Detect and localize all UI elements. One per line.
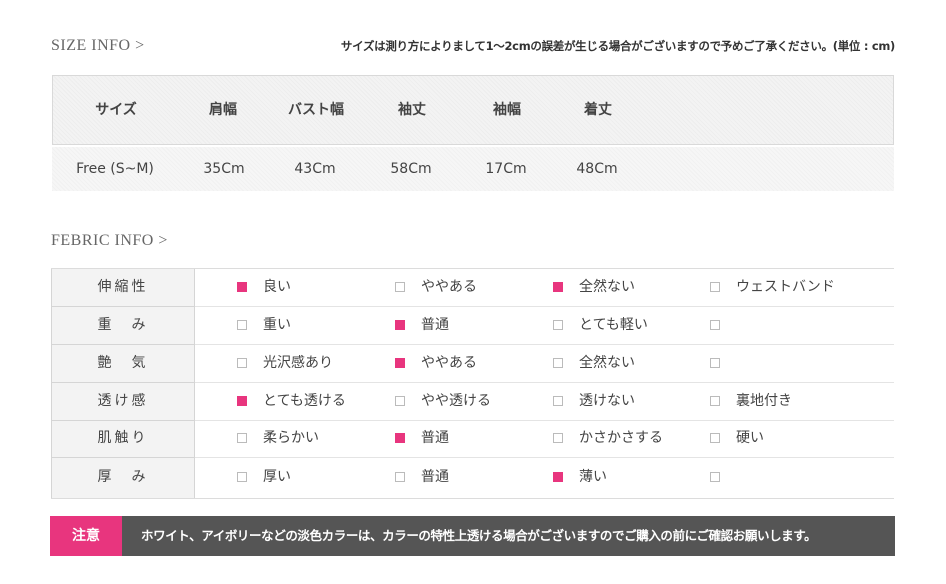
fabric-option-label: 透けない xyxy=(579,393,635,409)
fabric-option-label: 良い xyxy=(263,279,291,295)
fabric-info-title: FEBRIC INFO > xyxy=(51,232,168,249)
fabric-option-label: 硬い xyxy=(736,430,764,446)
checked-box-icon xyxy=(553,282,563,292)
unchecked-box-icon xyxy=(710,433,720,443)
fabric-row: 肌触り 柔らかい 普通 かさかさする 硬い xyxy=(51,420,894,457)
unchecked-box-icon xyxy=(395,396,405,406)
fabric-option-label: 全然ない xyxy=(579,355,635,371)
size-value-row: Free (S~M) 35Cm 43Cm 58Cm 17Cm 48Cm xyxy=(52,147,894,191)
size-header-cell: 着丈 xyxy=(584,102,612,118)
fabric-option-label: とても透ける xyxy=(263,393,346,409)
label-divider xyxy=(51,457,195,458)
size-value-cell: 17Cm xyxy=(485,161,527,177)
unchecked-box-icon xyxy=(395,282,405,292)
unchecked-box-icon xyxy=(237,472,247,482)
fabric-option-label: とても軽い xyxy=(579,317,648,333)
fabric-row: 透け感 とても透ける やや透ける 透けない 裏地付き xyxy=(51,383,894,420)
fabric-option-label: かさかさする xyxy=(579,430,663,446)
checked-box-icon xyxy=(553,472,563,482)
unchecked-box-icon xyxy=(710,358,720,368)
fabric-row-label: 重 み xyxy=(97,317,149,333)
fabric-row: 伸縮性 良い ややある 全然ない ウェストバンド xyxy=(51,269,894,306)
size-header-cell: サイズ xyxy=(95,102,137,118)
fabric-option-label: ややある xyxy=(421,279,477,295)
checked-box-icon xyxy=(237,282,247,292)
fabric-option-label: 光沢感あり xyxy=(263,355,333,371)
fabric-row: 重 み 重い 普通 とても軽い xyxy=(51,307,894,344)
size-header-cell: 袖丈 xyxy=(398,102,426,118)
size-header-cell: バスト幅 xyxy=(288,102,344,118)
fabric-option-label: 普通 xyxy=(421,317,449,333)
checked-box-icon xyxy=(395,358,405,368)
fabric-row: 艶 気 光沢感あり ややある 全然ない xyxy=(51,345,894,382)
size-value-cell: 48Cm xyxy=(576,161,618,177)
unchecked-box-icon xyxy=(237,358,247,368)
size-header-row: サイズ 肩幅 バスト幅 袖丈 袖幅 着丈 xyxy=(52,75,894,145)
fabric-option-label: ウェストバンド xyxy=(736,279,835,295)
fabric-option-label: 裏地付き xyxy=(736,393,792,409)
checked-box-icon xyxy=(237,396,247,406)
unchecked-box-icon xyxy=(710,472,720,482)
fabric-option-label: ややある xyxy=(421,355,477,371)
notice-text: ホワイト、アイボリーなどの淡色カラーは、カラーの特性上透ける場合がございますので… xyxy=(141,528,817,543)
fabric-option-label: 普通 xyxy=(421,430,449,446)
fabric-option-label: 柔らかい xyxy=(263,430,319,446)
notice-banner: 注意 ホワイト、アイボリーなどの淡色カラーは、カラーの特性上透ける場合がございま… xyxy=(50,516,895,556)
size-table: サイズ 肩幅 バスト幅 袖丈 袖幅 着丈 Free (S~M) 35Cm 43C… xyxy=(52,75,894,191)
size-note: サイズは測り方によりまして1〜2cmの誤差が生じる場合がございますので予めご了承… xyxy=(340,39,895,53)
unchecked-box-icon xyxy=(553,358,563,368)
unchecked-box-icon xyxy=(553,320,563,330)
notice-tag: 注意 xyxy=(50,516,122,556)
unchecked-box-icon xyxy=(237,433,247,443)
size-info-title: SIZE INFO > xyxy=(51,37,145,54)
unchecked-box-icon xyxy=(710,320,720,330)
fabric-row-label: 肌触り xyxy=(97,430,149,446)
fabric-row: 厚 み 厚い 普通 薄い xyxy=(51,459,894,496)
unchecked-box-icon xyxy=(553,396,563,406)
fabric-option-label: 重い xyxy=(263,317,291,333)
unchecked-box-icon xyxy=(710,396,720,406)
size-value-cell: Free (S~M) xyxy=(76,161,154,177)
size-value-cell: 43Cm xyxy=(294,161,336,177)
fabric-option-label: 全然ない xyxy=(579,279,635,295)
fabric-option-label: 厚い xyxy=(263,469,291,485)
size-header-cell: 袖幅 xyxy=(493,102,521,118)
fabric-row-label: 厚 み xyxy=(97,469,149,485)
checked-box-icon xyxy=(395,320,405,330)
fabric-option-label: 薄い xyxy=(579,469,607,485)
fabric-option-label: やや透ける xyxy=(421,393,491,409)
size-value-cell: 58Cm xyxy=(390,161,432,177)
size-header-cell: 肩幅 xyxy=(209,102,237,118)
fabric-table: 伸縮性 良い ややある 全然ない ウェストバンド重 み重い 普通 とても軽い艶 気光沢感あり… xyxy=(51,268,894,499)
unchecked-box-icon xyxy=(395,472,405,482)
fabric-row-label: 透け感 xyxy=(97,393,149,409)
fabric-option-label: 普通 xyxy=(421,469,449,485)
fabric-row-label: 伸縮性 xyxy=(97,279,149,295)
unchecked-box-icon xyxy=(710,282,720,292)
checked-box-icon xyxy=(395,433,405,443)
unchecked-box-icon xyxy=(237,320,247,330)
fabric-row-label: 艶 気 xyxy=(97,355,149,371)
unchecked-box-icon xyxy=(553,433,563,443)
size-value-cell: 35Cm xyxy=(203,161,245,177)
